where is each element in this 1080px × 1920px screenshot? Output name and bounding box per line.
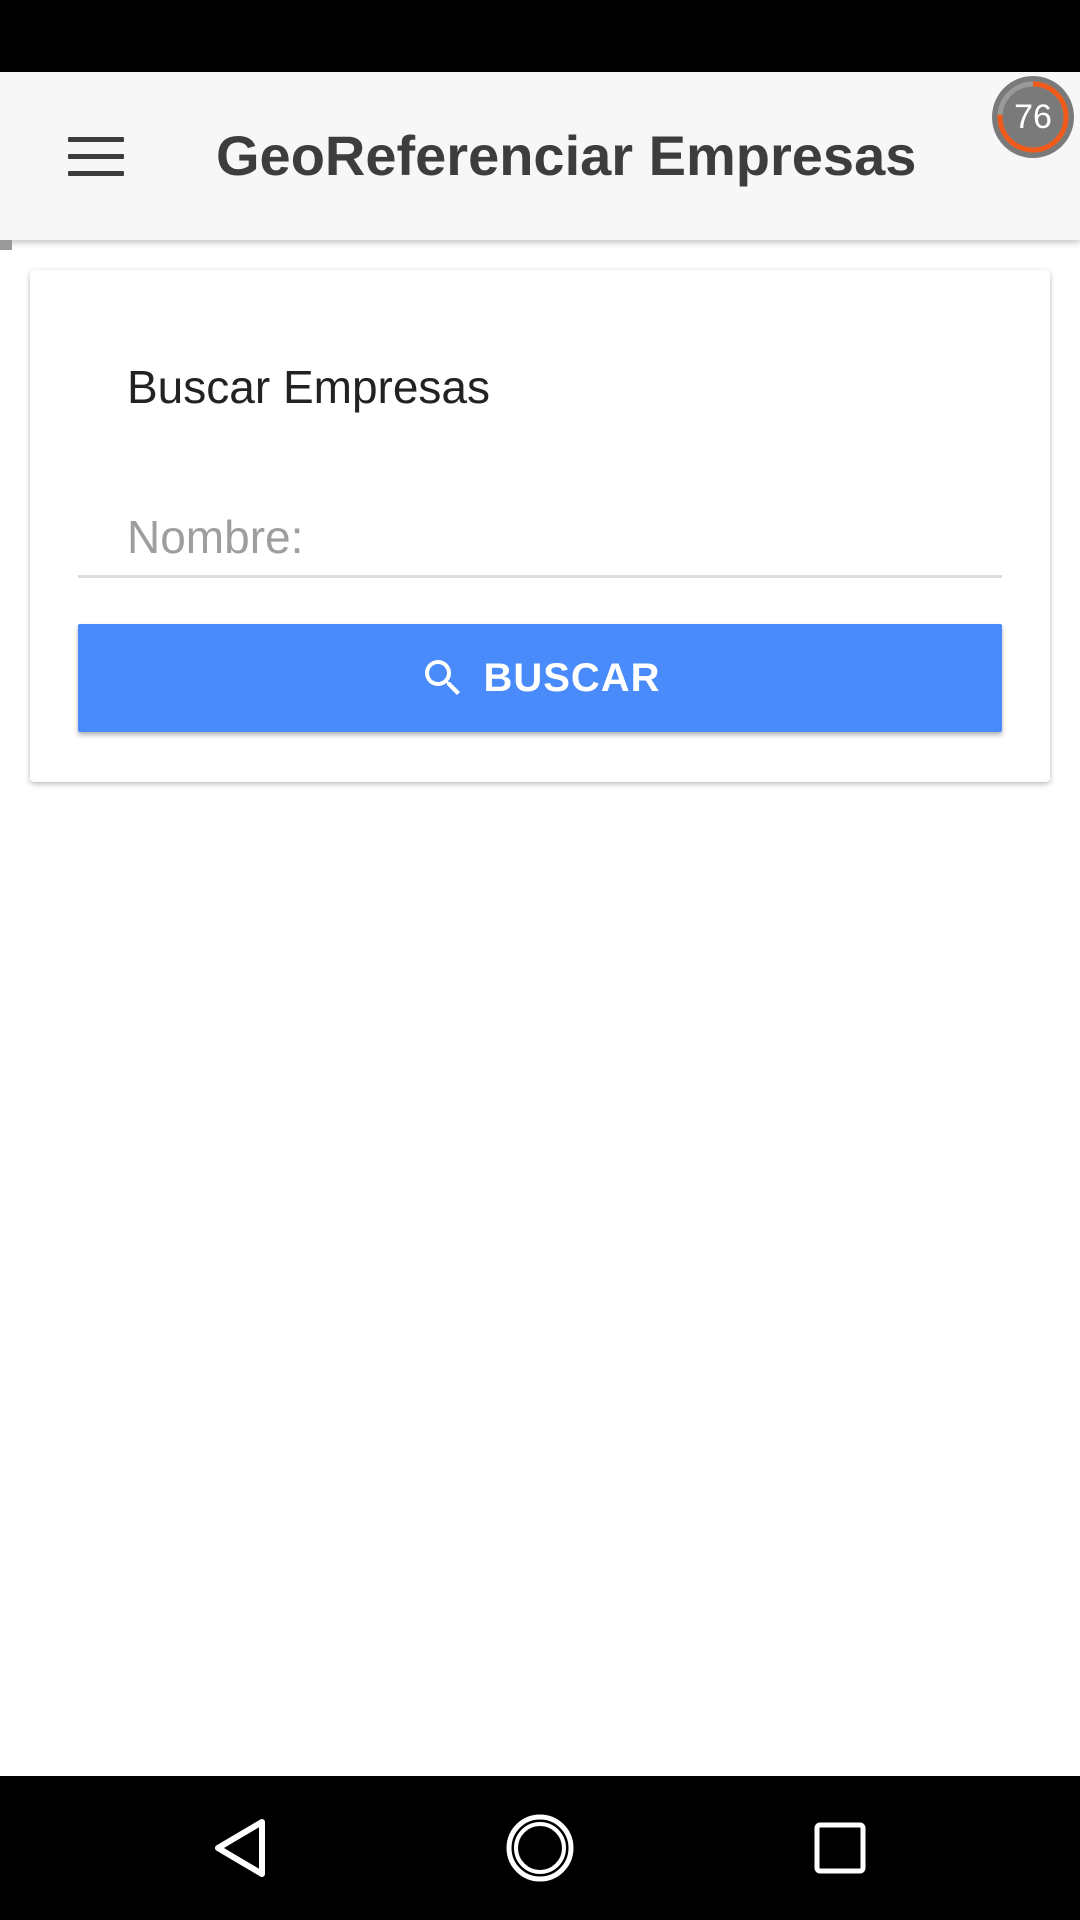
recents-button[interactable] [790,1798,890,1898]
status-bar [0,0,1080,72]
gauge-value: 76 [1014,98,1052,136]
app-bar: GeoReferenciar Empresas [0,72,1080,240]
search-icon [425,660,461,695]
back-triangle-icon [215,1819,265,1877]
home-circle-icon [506,1814,574,1882]
menu-button[interactable] [60,124,132,188]
recents-square-icon [814,1822,866,1874]
system-nav-bar [0,1776,1080,1920]
search-card: Buscar Empresas BUSCAR [30,270,1050,782]
progress-indicator [0,240,12,250]
score-gauge[interactable]: 76 [990,74,1076,160]
hamburger-menu-icon [68,136,124,142]
back-button[interactable] [190,1798,290,1898]
name-input[interactable] [78,498,1002,578]
home-button[interactable] [490,1798,590,1898]
card-title: Buscar Empresas [127,361,491,413]
search-button[interactable]: BUSCAR [78,624,1002,732]
search-button-label: BUSCAR [483,655,661,700]
page-title: GeoReferenciar Empresas [216,124,917,187]
